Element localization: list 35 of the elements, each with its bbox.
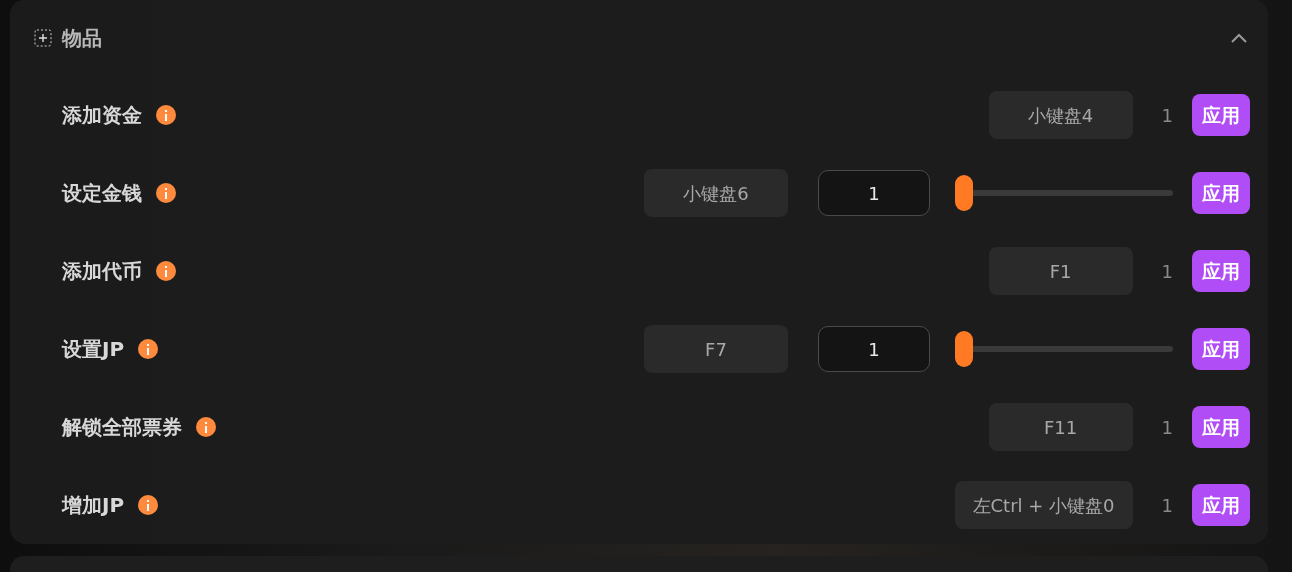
apply-button[interactable]: 应用 <box>1192 172 1250 214</box>
info-icon[interactable] <box>138 495 159 515</box>
option-label: 添加代币 <box>62 258 142 285</box>
option-label: 设定金钱 <box>62 180 142 207</box>
apply-button[interactable]: 应用 <box>1192 406 1250 448</box>
value-input[interactable]: 1 <box>818 326 930 372</box>
count-value: 1 <box>1161 415 1173 440</box>
info-icon[interactable] <box>196 417 216 437</box>
option-label: 增加JP <box>62 492 125 519</box>
apply-button[interactable]: 应用 <box>1192 328 1250 370</box>
hotkey-field[interactable]: 小键盘6 <box>644 169 788 217</box>
hotkey-field[interactable]: F7 <box>644 325 788 373</box>
count-value: 1 <box>1161 103 1173 128</box>
slider-thumb[interactable] <box>955 331 973 367</box>
info-icon[interactable] <box>156 261 176 281</box>
hotkey-field[interactable]: 左Ctrl + 小键盘0 <box>954 481 1133 529</box>
info-icon[interactable] <box>156 105 176 125</box>
count-value: 1 <box>1161 259 1173 284</box>
expand-icon <box>34 29 52 47</box>
option-label: 解锁全部票券 <box>62 414 182 441</box>
hotkey-field[interactable]: F1 <box>988 247 1133 295</box>
option-label: 添加资金 <box>62 102 142 129</box>
apply-button[interactable]: 应用 <box>1192 250 1250 292</box>
count-value: 1 <box>1161 493 1173 518</box>
slider-thumb[interactable] <box>955 175 973 211</box>
hotkey-field[interactable]: F11 <box>988 403 1133 451</box>
apply-button[interactable]: 应用 <box>1192 484 1250 526</box>
info-icon[interactable] <box>138 339 159 359</box>
info-icon[interactable] <box>156 183 176 203</box>
option-label: 设置JP <box>62 336 125 363</box>
section-title: 物品 <box>62 25 102 52</box>
collapse-icon[interactable] <box>1230 32 1248 44</box>
value-input[interactable]: 1 <box>818 170 930 216</box>
hotkey-field[interactable]: 小键盘4 <box>988 91 1133 139</box>
apply-button[interactable]: 应用 <box>1192 94 1250 136</box>
